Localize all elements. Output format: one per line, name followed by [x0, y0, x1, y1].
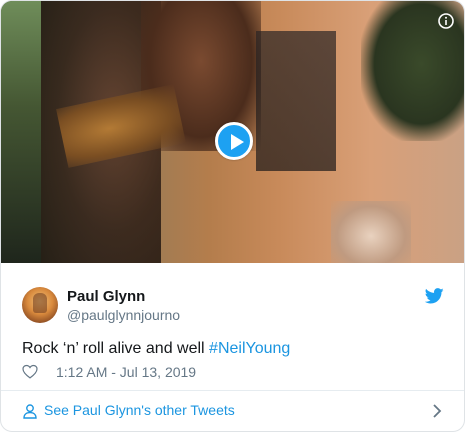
tweet-embed-card: Paul Glynn @paulglynnjourno Rock ‘n’ rol… — [0, 0, 465, 432]
tweet-text: Rock ‘n’ roll alive and well #NeilYoung — [22, 340, 290, 358]
tweet-author: Paul Glynn @paulglynnjourno — [22, 285, 452, 325]
hashtag-link[interactable]: #NeilYoung — [209, 340, 290, 357]
twitter-bird-icon[interactable] — [425, 288, 444, 304]
tweet-meta: 1:12 AM - Jul 13, 2019 — [22, 363, 422, 381]
timestamp[interactable]: 1:12 AM - Jul 13, 2019 — [56, 364, 196, 380]
chevron-right-icon — [433, 404, 442, 418]
see-other-tweets-label: See Paul Glynn's other Tweets — [44, 402, 235, 418]
thumbnail-speaker — [256, 31, 336, 171]
tweet-text-body: Rock ‘n’ roll alive and well — [22, 340, 210, 357]
see-other-tweets-link[interactable]: See Paul Glynn's other Tweets — [1, 391, 464, 431]
play-icon — [231, 134, 244, 150]
heart-icon[interactable] — [22, 364, 38, 379]
play-button[interactable] — [215, 122, 253, 160]
thumbnail-trees — [1, 1, 41, 263]
person-icon — [23, 404, 37, 419]
author-handle[interactable]: @paulglynnjourno — [67, 307, 180, 323]
author-name[interactable]: Paul Glynn — [67, 288, 145, 305]
thumbnail-figure — [331, 201, 411, 263]
info-icon[interactable] — [438, 13, 454, 29]
avatar[interactable] — [22, 287, 58, 323]
video-thumbnail[interactable] — [1, 1, 464, 263]
